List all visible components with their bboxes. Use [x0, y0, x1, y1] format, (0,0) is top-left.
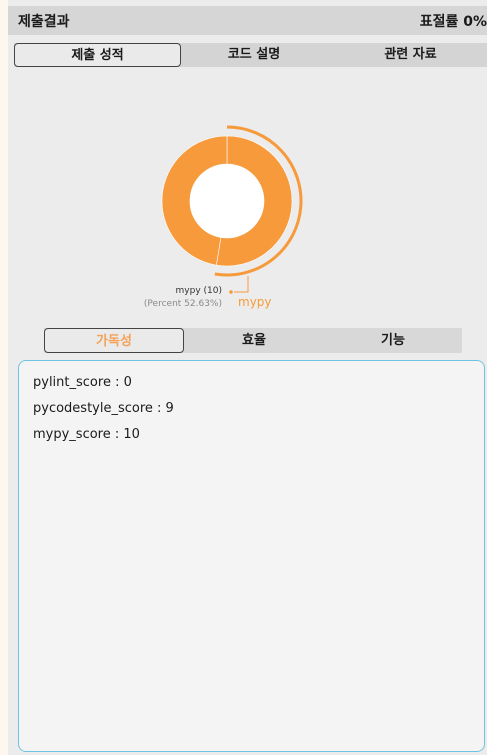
mypy-score: mypy_score : 10	[33, 427, 140, 442]
annotation-dot	[229, 290, 233, 294]
pycodestyle-score: pycodestyle_score : 9	[33, 401, 174, 416]
score-output-box: pylint_score : 0 pycodestyle_score : 9 m…	[18, 360, 485, 752]
tab-efficiency[interactable]: 효율	[184, 328, 324, 353]
annotation-label: mypy (10)	[176, 286, 222, 296]
donut-hole	[190, 164, 264, 238]
donut-chart: mypy (10) (Percent 52.63%) mypy	[144, 125, 303, 309]
annotation-percent: (Percent 52.63%)	[144, 299, 222, 309]
tab-functionality[interactable]: 기능	[324, 328, 462, 353]
tab-readability[interactable]: 가독성	[44, 328, 184, 353]
sub-tab-bar: 가독성 효율 기능	[44, 328, 462, 353]
annotation-series-name: mypy	[238, 295, 272, 309]
annotation-leader-line	[234, 276, 249, 293]
result-panel: 제출결과 표절률 0% 제출 성적 코드 설명 관련 자료 mypy (10) …	[8, 0, 487, 755]
pylint-score: pylint_score : 0	[33, 375, 132, 390]
